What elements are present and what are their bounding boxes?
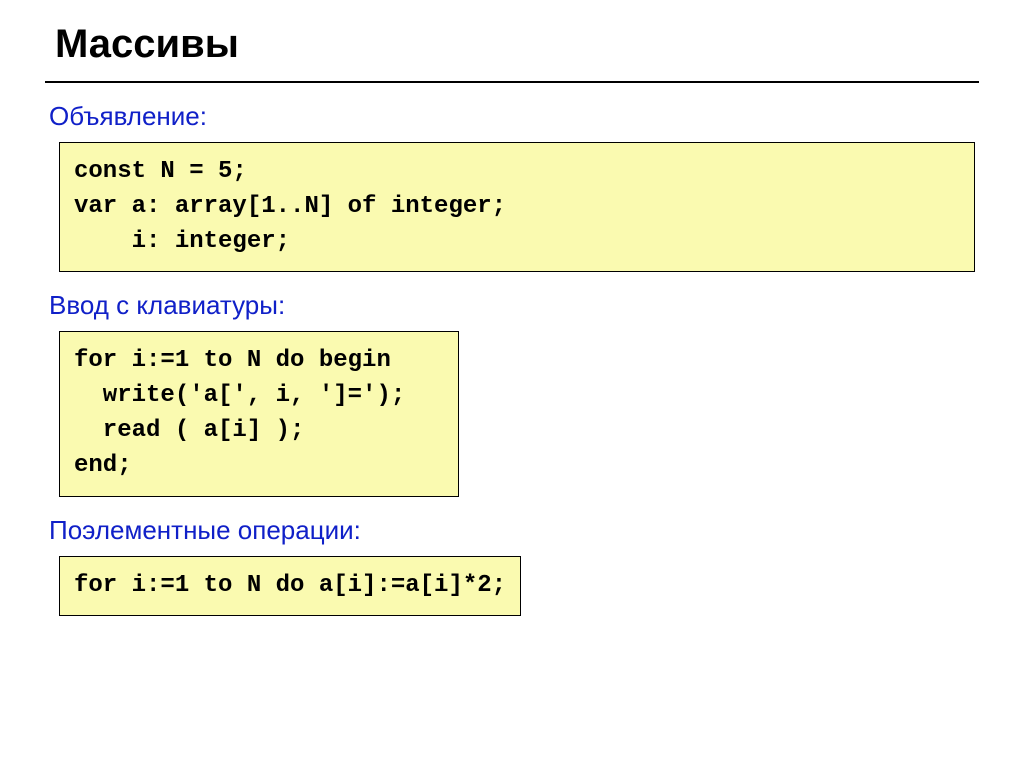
code-line: for i:=1 to N do a[i]:=a[i]*2; bbox=[74, 569, 506, 604]
code-box-declaration: const N = 5; var a: array[1..N] of integ… bbox=[59, 142, 975, 272]
code-line: for i:=1 to N do begin bbox=[74, 344, 444, 379]
code-line: write('a[', i, ']='); bbox=[74, 379, 444, 414]
section-label-elementwise: Поэлементные операции: bbox=[49, 515, 979, 546]
code-line: i: integer; bbox=[74, 225, 960, 260]
title-underline bbox=[45, 81, 979, 83]
code-line: var a: array[1..N] of integer; bbox=[74, 190, 960, 225]
section-label-declaration: Объявление: bbox=[49, 101, 979, 132]
section-label-input: Ввод с клавиатуры: bbox=[49, 290, 979, 321]
slide: Массивы Объявление: const N = 5; var a: … bbox=[0, 0, 1024, 616]
code-box-input: for i:=1 to N do begin write('a[', i, ']… bbox=[59, 331, 459, 496]
code-line: const N = 5; bbox=[74, 155, 960, 190]
code-line: end; bbox=[74, 449, 444, 484]
code-box-elementwise: for i:=1 to N do a[i]:=a[i]*2; bbox=[59, 556, 521, 617]
code-line: read ( a[i] ); bbox=[74, 414, 444, 449]
slide-title: Массивы bbox=[55, 22, 979, 67]
